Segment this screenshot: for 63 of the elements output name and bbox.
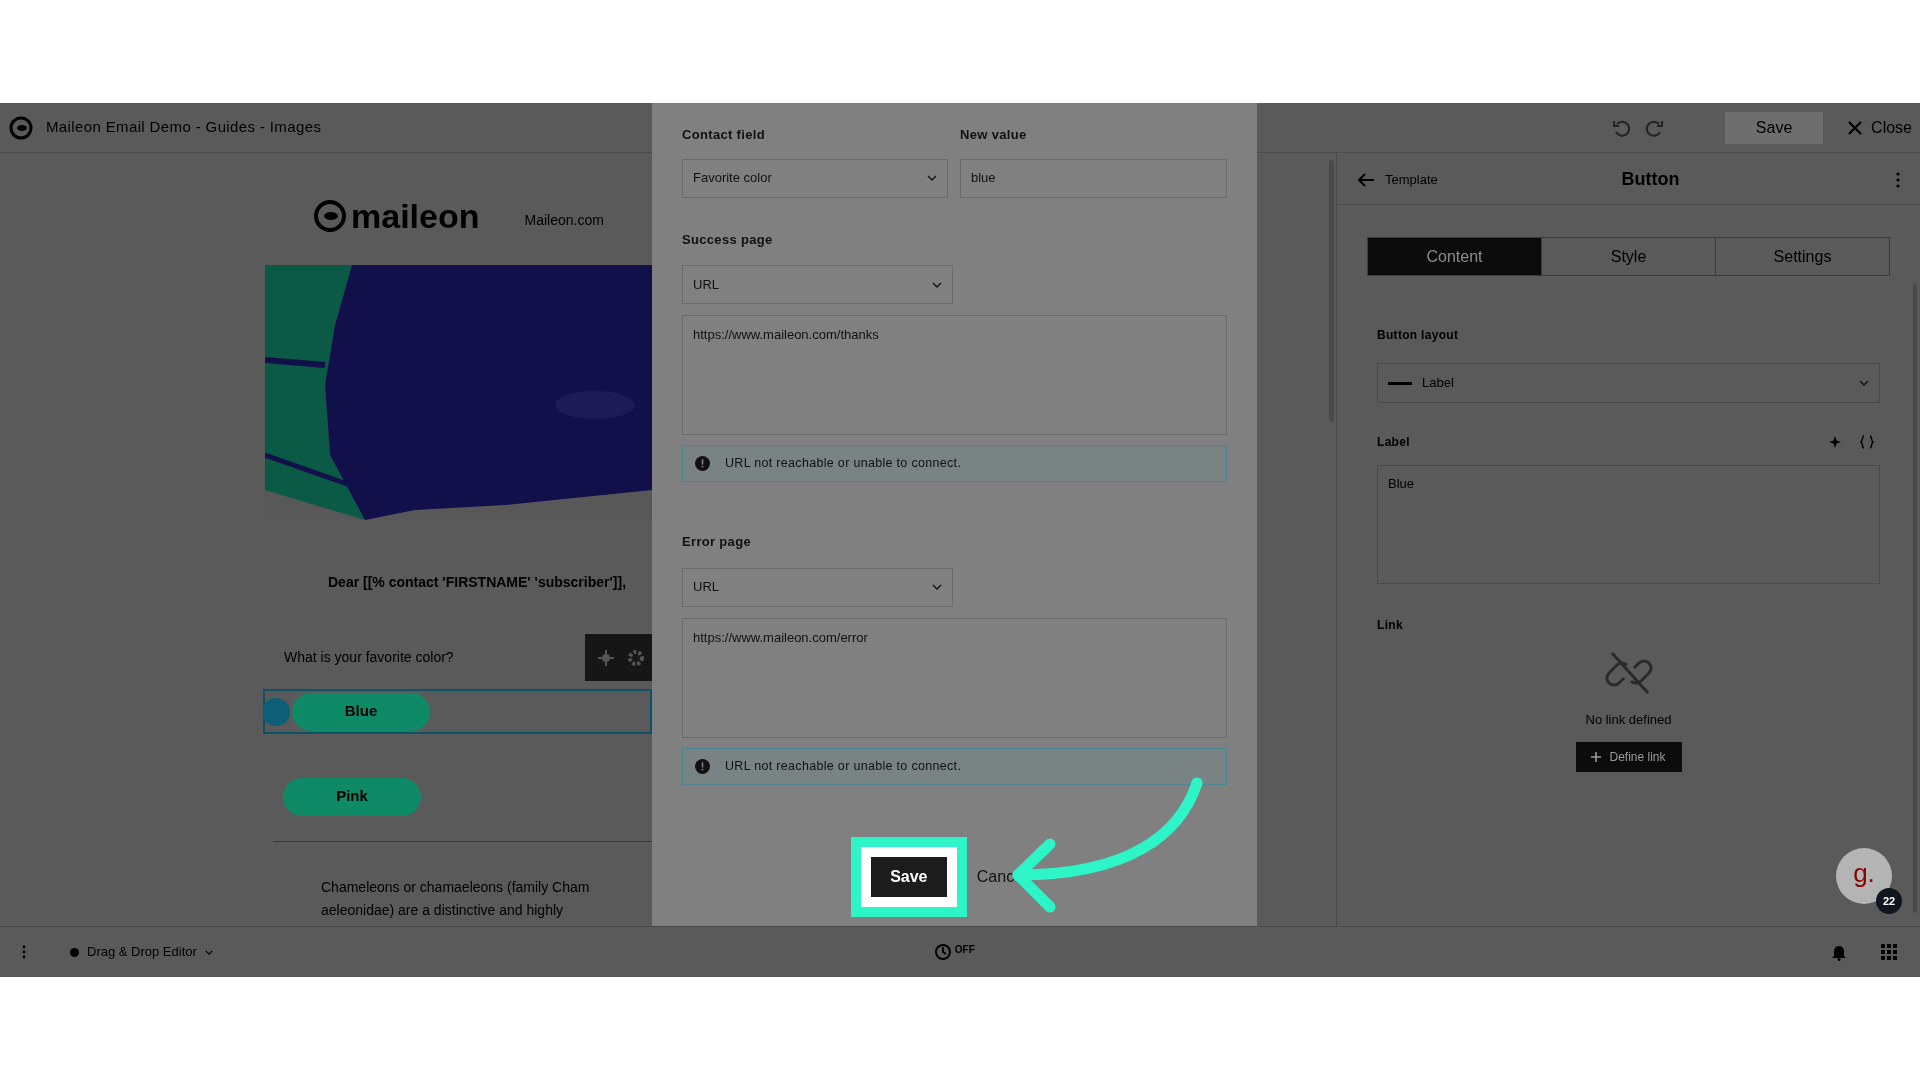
clock-icon bbox=[932, 942, 953, 962]
top-save-button[interactable]: Save bbox=[1725, 111, 1824, 144]
panel-title: Button bbox=[1620, 168, 1681, 191]
field-label: Label bbox=[1377, 434, 1411, 451]
bell-icon[interactable] bbox=[1831, 943, 1847, 961]
empty-link-text: No link defined bbox=[1585, 711, 1672, 729]
chevron-icon bbox=[1859, 380, 1869, 386]
field-label: New value bbox=[960, 126, 1028, 144]
alert-banner: URL not reachable or unable to connect. bbox=[682, 445, 1227, 482]
grid-icon[interactable] bbox=[1880, 943, 1898, 961]
chevron-icon bbox=[927, 175, 937, 181]
save-button[interactable]: Save bbox=[870, 856, 947, 897]
editor-mode-select[interactable]: Drag & Drop Editor bbox=[70, 942, 213, 962]
chevron-icon bbox=[932, 281, 942, 288]
new-value-field[interactable]: blue bbox=[960, 158, 1227, 198]
drag-handle-icon[interactable] bbox=[263, 697, 290, 726]
layout-select[interactable]: Label bbox=[1377, 363, 1880, 403]
page-type-select[interactable]: URL bbox=[682, 265, 953, 304]
preview-toggle[interactable]: OFF bbox=[932, 942, 975, 962]
paragraph-line: Chameleons or chamaeleons (family Cham bbox=[321, 878, 591, 896]
field-label: Button layout bbox=[1377, 327, 1460, 344]
alert-icon bbox=[695, 456, 710, 471]
count-badge: 22 bbox=[1876, 888, 1902, 914]
choice-button[interactable]: Blue bbox=[292, 692, 430, 731]
sparkle-icon[interactable] bbox=[1829, 435, 1843, 449]
settings-icon[interactable] bbox=[627, 648, 645, 667]
question-text: What is your favorite color? bbox=[283, 648, 454, 667]
braces-icon[interactable] bbox=[1860, 435, 1874, 449]
define-link-button[interactable]: Define link bbox=[1575, 741, 1682, 772]
contact-field-select[interactable]: Favorite color bbox=[682, 158, 948, 198]
field-label: Link bbox=[1377, 617, 1404, 634]
more-icon[interactable] bbox=[1896, 171, 1900, 188]
cancel-button[interactable]: Canc bbox=[976, 864, 1015, 889]
sparkle-icon[interactable] bbox=[597, 648, 615, 667]
tab[interactable]: Settings bbox=[1715, 238, 1889, 275]
page-type-select[interactable]: URL bbox=[682, 567, 953, 607]
app-logo-icon bbox=[8, 114, 34, 141]
section-label: Success page bbox=[682, 230, 774, 249]
alert-banner: URL not reachable or unable to connect. bbox=[682, 747, 1227, 785]
email-logo: maileon bbox=[313, 199, 480, 233]
window-title: Maileon Email Demo - Guides - Images bbox=[46, 117, 322, 138]
more-icon[interactable] bbox=[22, 945, 26, 959]
url-field[interactable]: https://www.maileon.com/thanks bbox=[682, 315, 1227, 435]
label-field[interactable]: Blue bbox=[1377, 465, 1880, 584]
alert-icon bbox=[695, 758, 710, 774]
section-label: Error page bbox=[682, 533, 752, 551]
close-icon bbox=[1847, 119, 1864, 136]
back-link[interactable]: Template bbox=[1385, 169, 1505, 190]
chevron-icon bbox=[204, 949, 213, 955]
tab[interactable]: Content bbox=[1368, 238, 1541, 275]
url-field[interactable]: https://www.maileon.com/error bbox=[682, 617, 1227, 738]
logo-mark-icon bbox=[313, 199, 347, 233]
tab[interactable]: Style bbox=[1541, 238, 1715, 275]
greeting-text: Dear [[% contact 'FIRSTNAME' 'subscriber']], bbox=[328, 574, 627, 590]
plus-icon bbox=[1591, 751, 1602, 762]
close-button[interactable]: Close bbox=[1847, 115, 1912, 140]
paragraph-line: aeleonidae) are a distinctive and highly bbox=[321, 901, 565, 919]
chevron-icon bbox=[932, 584, 942, 590]
email-link[interactable]: Maileon.com bbox=[524, 210, 604, 233]
choice-button[interactable]: Pink bbox=[283, 777, 421, 816]
line-icon bbox=[1388, 381, 1412, 385]
back-arrow-icon[interactable] bbox=[1357, 171, 1375, 188]
field-label: Contact field bbox=[682, 126, 766, 144]
